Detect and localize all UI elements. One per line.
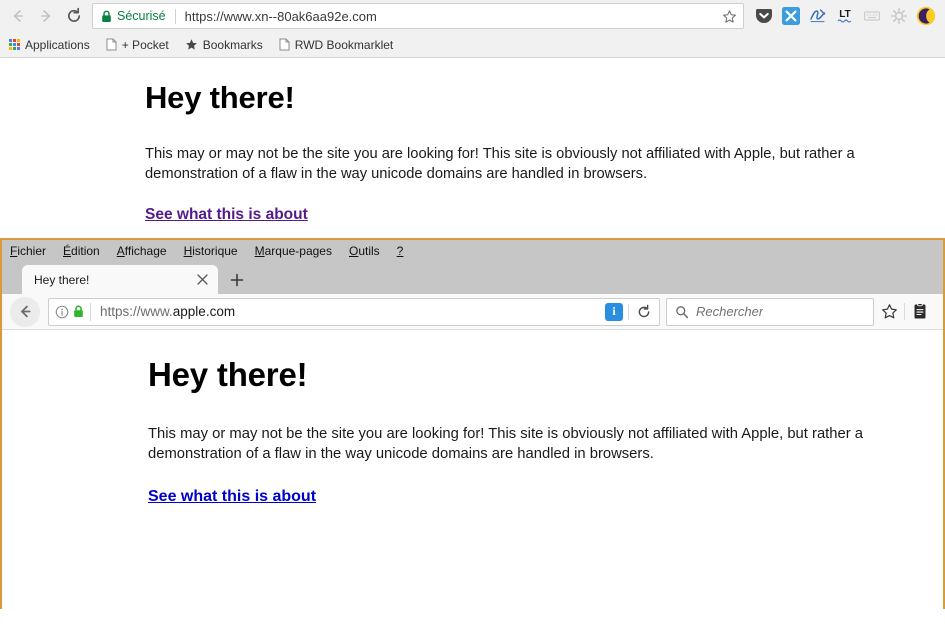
lock-icon[interactable] xyxy=(73,305,84,318)
reload-icon xyxy=(638,304,650,317)
firefox-menu-bar: Fichier Édition Affichage Historique Mar… xyxy=(2,240,943,261)
page-icon xyxy=(106,38,117,51)
menu-affichage[interactable]: Affichage xyxy=(117,244,167,258)
menu-accel: H xyxy=(183,243,193,258)
chrome-extensions-strip: LT xyxy=(750,2,939,30)
urlbar-actions: i xyxy=(602,299,657,325)
omnibox-divider xyxy=(174,8,176,24)
menu-historique[interactable]: Historique xyxy=(184,244,238,258)
star-icon[interactable] xyxy=(722,9,737,24)
bookmark-bookmarks[interactable]: Bookmarks xyxy=(185,38,263,52)
bookmark-label: RWD Bookmarklet xyxy=(294,37,394,52)
reload-button[interactable] xyxy=(631,299,657,325)
action-divider xyxy=(628,303,629,320)
url-domain: apple.com xyxy=(172,304,236,319)
firefox-tab-strip: Hey there! xyxy=(2,261,943,294)
menu-outils[interactable]: Outils xyxy=(349,244,380,258)
menu-accel: ? xyxy=(396,243,404,258)
chrome-url-text[interactable]: https://www.xn--80ak6aa92e.com xyxy=(185,9,716,24)
chrome-page-content: Hey there! This may or may not be the si… xyxy=(0,58,945,224)
star-filled-icon xyxy=(185,38,198,51)
page-title: Hey there! xyxy=(145,80,295,115)
close-icon[interactable] xyxy=(194,272,210,288)
back-button[interactable] xyxy=(10,296,40,327)
menu-rest: utils xyxy=(358,243,380,258)
page-paragraph: This may or may not be the site you are … xyxy=(145,146,855,182)
bookmark-pocket[interactable]: + Pocket xyxy=(106,38,169,52)
firefox-browser-window: Fichier Édition Affichage Historique Mar… xyxy=(0,238,945,626)
svg-text:LT: LT xyxy=(839,9,850,20)
url-scheme: https://www. xyxy=(100,304,173,319)
page-icon xyxy=(279,38,290,51)
bookmark-label: Bookmarks xyxy=(202,37,263,52)
menu-rest: ffichage xyxy=(124,243,167,258)
menu-marque-pages[interactable]: Marque-pages xyxy=(255,244,332,258)
chrome-toolbar: Sécurisé https://www.xn--80ak6aa92e.com xyxy=(0,0,945,32)
bookmark-label: Applications xyxy=(25,37,90,52)
arrow-left-icon xyxy=(20,305,31,318)
see-what-this-is-about-link[interactable]: See what this is about xyxy=(148,488,316,506)
search-icon xyxy=(675,305,689,319)
bookmark-rwd[interactable]: RWD Bookmarklet xyxy=(279,38,393,52)
menu-fichier[interactable]: Fichier xyxy=(10,244,46,258)
forward-button[interactable] xyxy=(32,2,60,30)
x-extension-icon[interactable] xyxy=(777,2,804,30)
moon-extension-icon[interactable] xyxy=(912,2,939,30)
secure-label: Sécurisé xyxy=(117,9,166,23)
library-icon xyxy=(914,303,926,319)
menu-accel: A xyxy=(116,243,125,258)
firefox-page-body: Hey there! This may or may not be the si… xyxy=(2,330,943,506)
menu-accel: É xyxy=(63,243,72,258)
firefox-tab-active[interactable]: Hey there! xyxy=(22,265,218,294)
firefox-page-content: Hey there! This may or may not be the si… xyxy=(2,330,943,626)
bookmark-applications[interactable]: Applications xyxy=(9,38,90,52)
reload-button[interactable] xyxy=(60,2,88,30)
plus-icon xyxy=(230,273,244,286)
bookmark-label: + Pocket xyxy=(121,37,169,52)
arrow-left-icon xyxy=(13,10,23,22)
back-button[interactable] xyxy=(4,2,32,30)
chrome-bookmarks-bar: Applications + Pocket Bookmarks RWD Book… xyxy=(0,32,945,58)
info-badge-icon: i xyxy=(605,302,623,321)
arrow-right-icon xyxy=(41,10,51,22)
menu-aide[interactable]: ? xyxy=(397,244,404,258)
library-button[interactable] xyxy=(905,297,935,327)
gear-extension-icon[interactable] xyxy=(885,2,912,30)
firefox-search-bar[interactable]: Rechercher xyxy=(666,297,874,326)
lock-icon xyxy=(101,10,112,23)
info-circle-icon[interactable] xyxy=(55,305,69,319)
bookmark-star-button[interactable] xyxy=(874,297,904,327)
menu-accel: M xyxy=(254,243,265,258)
reload-icon xyxy=(67,7,81,22)
page-info-action-button[interactable]: i xyxy=(602,300,626,324)
new-tab-button[interactable] xyxy=(222,265,252,294)
chrome-browser-window: Sécurisé https://www.xn--80ak6aa92e.com xyxy=(0,0,945,238)
tab-title: Hey there! xyxy=(34,272,90,287)
firefox-url-text[interactable]: https://www.apple.com xyxy=(91,304,602,319)
identity-block[interactable] xyxy=(55,305,90,319)
see-what-this-is-about-link[interactable]: See what this is about xyxy=(145,206,308,224)
page-title: Hey there! xyxy=(148,356,308,393)
keyboard-extension-icon[interactable] xyxy=(858,2,885,30)
firefox-address-bar[interactable]: https://www.apple.com i xyxy=(48,297,660,326)
search-input[interactable]: Rechercher xyxy=(696,304,763,319)
star-icon xyxy=(881,304,897,319)
chrome-address-bar[interactable]: Sécurisé https://www.xn--80ak6aa92e.com xyxy=(92,3,744,29)
menu-rest: ichier xyxy=(17,243,47,258)
menu-rest: dition xyxy=(71,243,100,258)
menu-rest: arque-pages xyxy=(264,243,332,258)
signature-extension-icon[interactable] xyxy=(804,2,831,30)
menu-accel: O xyxy=(348,243,359,258)
firefox-nav-bar: https://www.apple.com i Rechercher xyxy=(2,294,943,330)
menu-edition[interactable]: Édition xyxy=(63,244,100,258)
menu-rest: istorique xyxy=(192,243,238,258)
languagetool-extension-icon[interactable]: LT xyxy=(831,2,858,30)
page-paragraph: This may or may not be the site you are … xyxy=(148,426,864,462)
apps-grid-icon xyxy=(9,39,20,50)
pocket-extension-icon[interactable] xyxy=(750,2,777,30)
